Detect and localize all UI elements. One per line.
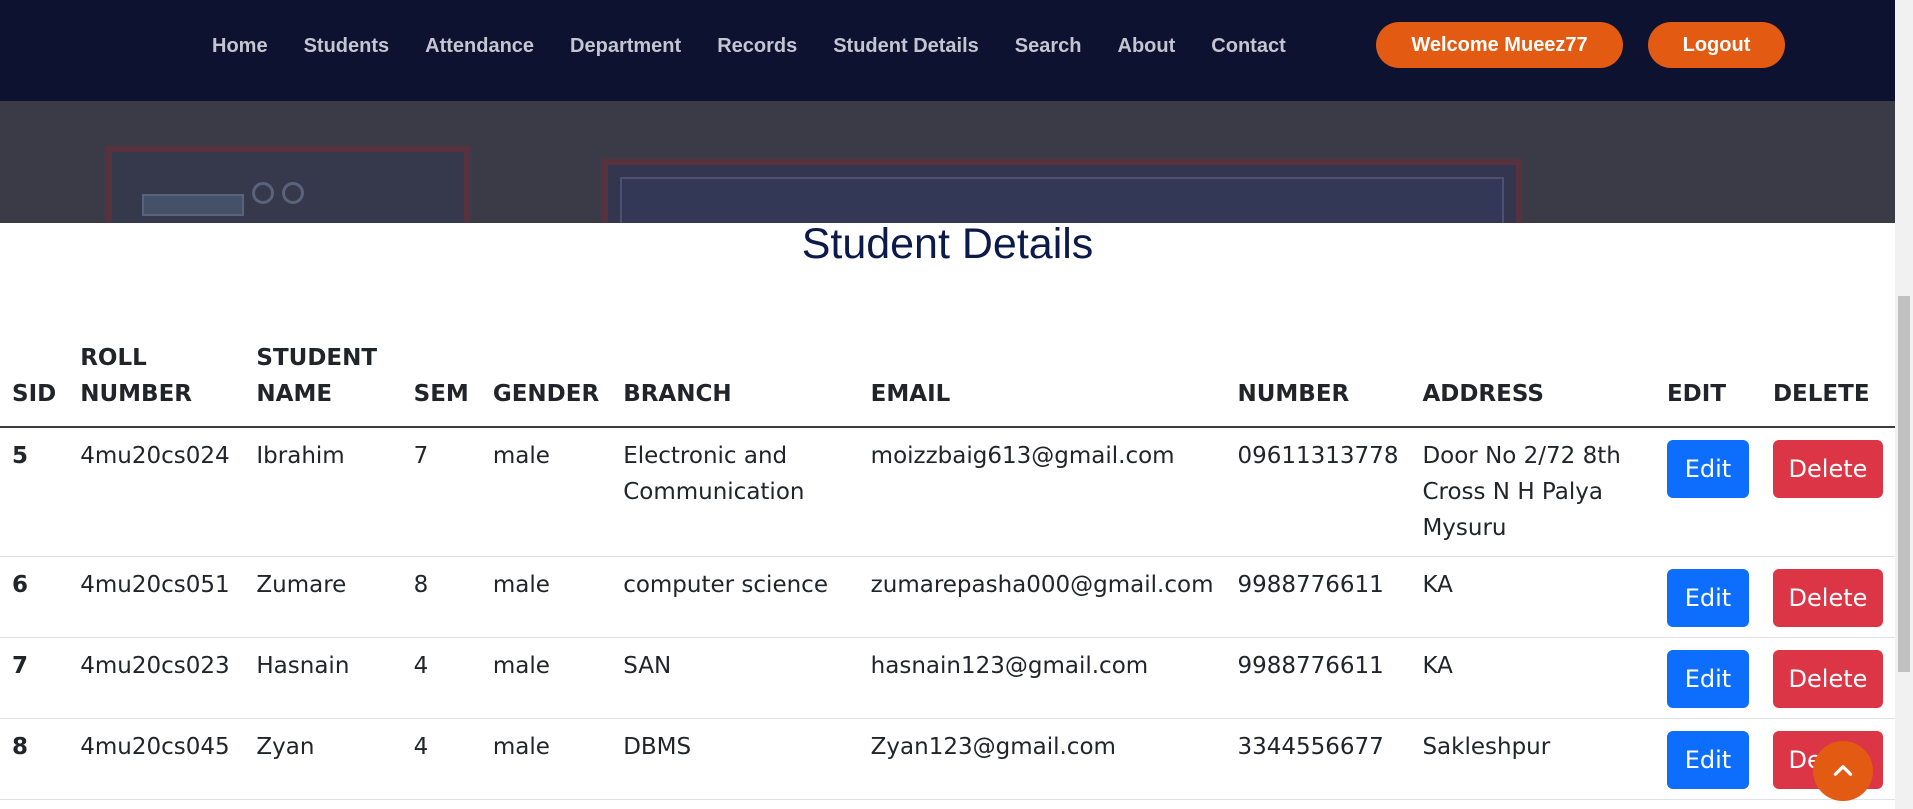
nav-link-student-details[interactable]: Student Details xyxy=(833,35,979,58)
nav-link-home[interactable]: Home xyxy=(212,35,268,58)
chevron-up-icon xyxy=(1833,765,1853,776)
welcome-button[interactable]: Welcome Mueez77 xyxy=(1376,22,1623,68)
cell-sem: 4 xyxy=(401,637,481,719)
col-header-name: STUDENT NAME xyxy=(244,340,402,428)
table-row: 7 4mu20cs023 Hasnain 4 male SAN hasnain1… xyxy=(0,637,1895,719)
col-header-edit: EDIT xyxy=(1654,340,1761,428)
col-header-number: NUMBER xyxy=(1225,340,1411,428)
nav-link-about[interactable]: About xyxy=(1118,35,1176,58)
cell-number: 09611313778 xyxy=(1225,427,1411,557)
cell-address: Sakleshpur xyxy=(1410,718,1655,800)
cell-number: 9988776611 xyxy=(1225,637,1411,719)
cell-sid: 6 xyxy=(0,556,69,638)
cell-email: Zyan123@gmail.com xyxy=(858,718,1226,800)
cell-gender: male xyxy=(480,637,612,719)
cell-branch: SAN xyxy=(611,637,859,719)
col-header-gender: GENDER xyxy=(480,340,612,428)
cell-sid: 7 xyxy=(0,637,69,719)
cell-address: KA xyxy=(1410,556,1655,638)
nav-link-records[interactable]: Records xyxy=(717,35,797,58)
col-header-email: EMAIL xyxy=(858,340,1226,428)
nav-links: Home Students Attendance Department Reco… xyxy=(212,0,1322,93)
col-header-roll: ROLL NUMBER xyxy=(68,340,245,428)
cell-sem: 4 xyxy=(401,718,481,800)
cell-gender: male xyxy=(480,718,612,800)
cell-gender: male xyxy=(480,556,612,638)
table-row: 8 4mu20cs045 Zyan 4 male DBMS Zyan123@gm… xyxy=(0,718,1895,800)
nav-link-attendance[interactable]: Attendance xyxy=(425,35,534,58)
col-header-sid: SID xyxy=(0,340,69,428)
edit-button[interactable]: Edit xyxy=(1666,569,1749,627)
cell-branch: computer science xyxy=(611,556,859,638)
cell-gender: male xyxy=(480,427,612,557)
edit-button[interactable]: Edit xyxy=(1666,731,1749,789)
nav-link-department[interactable]: Department xyxy=(570,35,681,58)
cell-roll: 4mu20cs051 xyxy=(68,556,245,638)
students-table: SID ROLL NUMBER STUDENT NAME SEM GENDER … xyxy=(0,340,1895,800)
cell-email: hasnain123@gmail.com xyxy=(858,637,1226,719)
nav-link-search[interactable]: Search xyxy=(1015,35,1082,58)
cell-sid: 5 xyxy=(0,427,69,557)
navbar: Home Students Attendance Department Reco… xyxy=(0,0,1895,101)
cell-sem: 7 xyxy=(401,427,481,557)
table-row: 5 4mu20cs024 Ibrahim 7 male Electronic a… xyxy=(0,427,1895,557)
page-title: Student Details xyxy=(801,220,1094,268)
cell-branch: DBMS xyxy=(611,718,859,800)
hero-banner xyxy=(0,101,1895,223)
table-row: 6 4mu20cs051 Zumare 8 male computer scie… xyxy=(0,556,1895,638)
cell-name: Ibrahim xyxy=(244,427,402,557)
cell-sid: 8 xyxy=(0,718,69,800)
delete-button[interactable]: Delete xyxy=(1772,650,1883,708)
cell-address: KA xyxy=(1410,637,1655,719)
logout-button[interactable]: Logout xyxy=(1648,22,1785,68)
edit-button[interactable]: Edit xyxy=(1666,440,1749,498)
col-header-sem: SEM xyxy=(401,340,481,428)
col-header-branch: BRANCH xyxy=(611,340,859,428)
page-scrollbar-thumb[interactable] xyxy=(1898,296,1910,672)
back-to-top-button[interactable] xyxy=(1813,741,1873,801)
cell-email: zumarepasha000@gmail.com xyxy=(858,556,1226,638)
cell-address: Door No 2/72 8th Cross N H Palya Mysuru xyxy=(1410,427,1655,557)
col-header-address: ADDRESS xyxy=(1410,340,1655,428)
cell-branch: Electronic and Communication xyxy=(611,427,859,557)
delete-button[interactable]: Delete xyxy=(1772,440,1883,498)
cell-email: moizzbaig613@gmail.com xyxy=(858,427,1226,557)
cell-number: 3344556677 xyxy=(1225,718,1411,800)
cell-roll: 4mu20cs024 xyxy=(68,427,245,557)
cell-name: Zyan xyxy=(244,718,402,800)
cell-roll: 4mu20cs023 xyxy=(68,637,245,719)
table-header-row: SID ROLL NUMBER STUDENT NAME SEM GENDER … xyxy=(0,340,1895,428)
cell-number: 9988776611 xyxy=(1225,556,1411,638)
nav-link-students[interactable]: Students xyxy=(304,35,390,58)
edit-button[interactable]: Edit xyxy=(1666,650,1749,708)
delete-button[interactable]: Delete xyxy=(1772,569,1883,627)
cell-roll: 4mu20cs045 xyxy=(68,718,245,800)
cell-name: Zumare xyxy=(244,556,402,638)
nav-link-contact[interactable]: Contact xyxy=(1211,35,1285,58)
cell-name: Hasnain xyxy=(244,637,402,719)
cell-sem: 8 xyxy=(401,556,481,638)
col-header-delete: DELETE xyxy=(1760,340,1895,428)
